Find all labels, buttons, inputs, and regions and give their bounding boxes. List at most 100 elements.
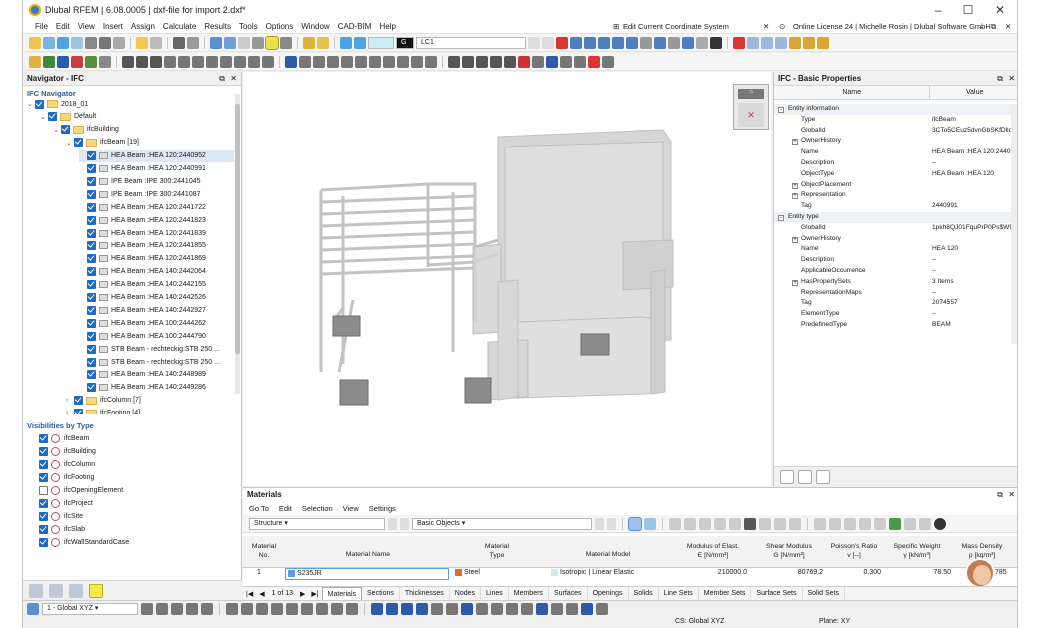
solid-icon[interactable] [99,55,111,68]
tree-item[interactable]: HEA Beam :HEA 120:2441869 [79,253,234,265]
menu-item-help[interactable]: Help [375,20,399,33]
property-row[interactable]: Name HEA Beam :HEA 120:244099 [774,147,1017,158]
avatar[interactable] [965,558,995,588]
plane-icon[interactable] [386,603,398,615]
tree-scrollbar[interactable] [235,94,240,394]
collapse-all-icon[interactable] [798,469,812,484]
table-copy-icon[interactable] [729,517,741,530]
checkbox-icon[interactable] [87,305,96,315]
menu-item-assign[interactable]: Assign [127,20,159,33]
panels-icon[interactable] [224,36,236,49]
arc-icon[interactable] [560,55,572,68]
checkbox-icon[interactable] [39,473,48,482]
scale-icon[interactable] [220,55,232,68]
checkbox-icon[interactable] [39,434,48,443]
support-tool-icon[interactable] [122,55,134,68]
menu-item-file[interactable]: File [31,20,52,33]
checkbox-icon[interactable] [39,447,48,456]
tree-item[interactable]: HEA Beam :HEA 120:2441839 [79,227,234,239]
report-icon[interactable] [113,36,125,49]
materials-pin-icon[interactable]: ⧉ [997,488,1003,502]
excel-icon[interactable] [889,517,901,530]
select-icon[interactable] [285,55,297,68]
property-row[interactable]: PredefinedType BEAM [774,320,1017,331]
clipboard-icon[interactable] [150,36,162,49]
checkbox-icon[interactable] [74,138,83,148]
next-object-icon[interactable] [607,517,616,530]
properties-close-icon[interactable]: ✕ [1008,72,1015,86]
materials-menu-edit[interactable]: Edit [279,504,292,513]
tree-item[interactable]: HEA Beam :HEA 120:2440991 [79,163,234,175]
library-icon[interactable] [904,517,916,530]
axis-x-icon[interactable] [789,36,801,49]
ribbon-close-icon[interactable]: ✕ [1005,22,1011,31]
axis-z-icon[interactable] [817,36,829,49]
lineweight-icon[interactable] [536,603,548,615]
first-page-icon[interactable]: |◀ [243,590,256,598]
snap-point-icon[interactable] [156,603,168,615]
tree-item[interactable]: STB Beam - rechteckig:STB 250 ... [79,343,234,355]
tree-item[interactable]: HEA Beam :HEA 140:2442927 [79,304,234,316]
nurbs-icon[interactable] [331,603,343,615]
next-icon[interactable] [400,517,409,530]
move-icon[interactable] [178,55,190,68]
material-name-cell[interactable]: S235JR [285,568,449,580]
surface-icon[interactable] [85,55,97,68]
ortho-icon[interactable] [546,55,558,68]
checkbox-icon[interactable] [39,525,48,534]
tab-solid-sets[interactable]: Solid Sets [803,587,846,600]
checkbox-icon[interactable] [87,254,96,264]
property-row[interactable]: Tag 2440991 [774,201,1017,212]
spline-icon[interactable] [574,55,586,68]
tree-item[interactable]: HEA Beam :HEA 140:2442155 [79,279,234,291]
side-view-icon[interactable] [775,36,787,49]
stress-icon[interactable] [612,36,624,49]
structure-select[interactable]: Structure ▾ [249,517,385,530]
property-row[interactable]: + ObjectPlacement [774,180,1017,191]
expand-icon[interactable]: + [792,279,798,286]
chevron-right-icon[interactable]: › [66,397,74,404]
polar-icon[interactable] [506,603,518,615]
tree-item[interactable]: HEA Beam :HEA 140:2442064 [79,266,234,278]
help-icon[interactable] [934,517,946,530]
checkbox-icon[interactable] [87,189,96,199]
property-row[interactable]: + OwnerHistory [774,136,1017,147]
invert-select-icon[interactable] [341,55,353,68]
checkbox-icon[interactable] [87,176,96,186]
visibility-item[interactable]: ifcSlab [23,523,242,536]
tab-surfaces[interactable]: Surfaces [549,587,588,600]
property-row[interactable]: + HasPropertySets 3 Items [774,277,1017,288]
tab-surface-sets[interactable]: Surface Sets [751,587,803,600]
visibility-item[interactable]: ifcBeam [23,432,242,445]
redo-icon[interactable] [187,36,199,49]
track-icon[interactable] [521,603,533,615]
properties-pin-icon[interactable]: ⧉ [997,72,1003,86]
materials-menu-goto[interactable]: Go To [249,504,269,513]
menu-item-view[interactable]: View [74,20,99,33]
export-icon[interactable] [774,517,786,530]
fx-edit-icon[interactable] [859,517,871,530]
next-page-icon[interactable]: ▶ [297,590,308,598]
tree-item[interactable]: HEA Beam :HEA 140:2448989 [79,369,234,381]
trim-icon[interactable] [490,55,502,68]
ruler-icon[interactable] [710,36,722,49]
hinge-icon[interactable] [136,55,148,68]
tree-item[interactable]: HEA Beam :HEA 100:2444790 [79,330,234,342]
filter-table-icon[interactable] [789,517,801,530]
tree-folder[interactable]: ⌄ ifcBeam [19] [66,137,234,149]
curve-icon[interactable] [286,603,298,615]
front-view-icon[interactable] [761,36,773,49]
snap-line-icon[interactable] [171,603,183,615]
tree-item[interactable]: IPE Beam :IPE 300:2441087 [79,188,234,200]
menu-item-insert[interactable]: Insert [99,20,127,33]
checkbox-icon[interactable] [87,383,96,393]
view-cube-icon[interactable]: ⌂ ✕ [733,84,769,130]
grid-icon[interactable] [280,36,292,49]
load-combo-icon[interactable] [354,36,366,49]
table-fill-icon[interactable] [714,517,726,530]
visibility-item[interactable]: ifcFooting [23,471,242,484]
checkbox-icon[interactable] [87,202,96,212]
polyline-icon[interactable] [241,603,253,615]
iso-view-icon[interactable] [747,36,759,49]
prev-lc-icon[interactable] [528,36,540,49]
